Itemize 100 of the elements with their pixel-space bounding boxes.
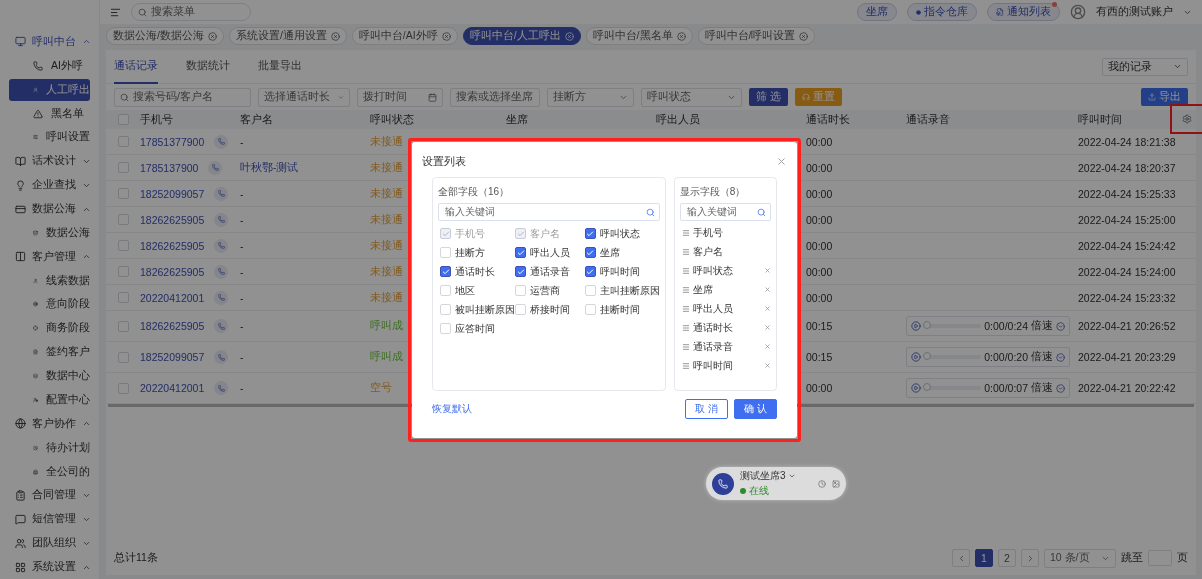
hangup-select[interactable]: 挂断方 [547, 87, 634, 107]
tab[interactable]: 批量导出 [258, 49, 302, 84]
page-tab[interactable]: 呼叫中台/人工呼出 [462, 27, 581, 45]
phone-icon[interactable] [214, 264, 229, 279]
playback-speed[interactable]: 倍速 [1031, 350, 1053, 364]
drag-handle-icon[interactable] [681, 285, 690, 294]
drag-handle-icon[interactable] [681, 266, 690, 275]
keyword-search-field[interactable]: 输入关键词 [438, 203, 660, 221]
filter-button[interactable]: 筛 选 [749, 88, 788, 106]
play-icon[interactable] [911, 321, 921, 331]
phone-number-link[interactable]: 18252099057 [140, 351, 205, 363]
remove-icon[interactable] [764, 324, 771, 331]
keyword-search-field[interactable]: 输入关键词 [679, 203, 771, 221]
sidebar-group[interactable]: 系统设置 [0, 555, 99, 579]
phone-icon[interactable] [208, 160, 223, 175]
sidebar-item[interactable]: 签约客户 [9, 341, 90, 364]
sidebar-item[interactable]: AI外呼 [9, 54, 90, 77]
sidebar-group[interactable]: 客户协作 [0, 411, 99, 436]
field-checkbox[interactable]: 通话时长 [440, 265, 495, 278]
sidebar-item[interactable]: 待办计划 [9, 436, 90, 459]
phone-number-link[interactable]: 18262625905 [140, 239, 205, 252]
remove-icon[interactable] [764, 362, 771, 369]
page-button[interactable]: 1 [975, 549, 993, 567]
date-field[interactable]: 拨打时间 [357, 87, 443, 107]
checkbox[interactable] [117, 214, 129, 225]
image-icon[interactable] [832, 479, 840, 488]
close-icon[interactable] [330, 31, 340, 41]
remove-icon[interactable] [764, 305, 771, 312]
drag-handle-icon[interactable] [681, 304, 690, 313]
field-checkbox[interactable]: 地区 [440, 284, 475, 297]
sidebar-group[interactable]: 合同管理 [0, 483, 99, 508]
phone-number-link[interactable]: 18262625905 [140, 265, 205, 278]
caret-icon[interactable] [787, 472, 796, 480]
close-icon[interactable] [799, 31, 809, 41]
page-tab[interactable]: 呼叫中台/黑名单 [585, 27, 693, 45]
field-checkbox[interactable]: 坐席 [584, 246, 620, 259]
page-tab[interactable]: 系统设置/通用设置 [228, 27, 347, 45]
search-field[interactable]: 搜索号码/客户名 [114, 87, 251, 107]
record-scope-select[interactable]: 我的记录 [1102, 57, 1188, 76]
audio-player[interactable]: 0:00/0:24 倍速 [906, 316, 1070, 336]
field-checkbox[interactable]: 主叫挂断原因 [584, 284, 660, 297]
previous-page-button[interactable] [952, 549, 970, 567]
slider-thumb[interactable] [923, 383, 931, 391]
phone-icon[interactable] [214, 186, 229, 201]
sidebar-item[interactable]: 呼叫设置 [9, 126, 90, 149]
page-tab[interactable]: 数据公海/数据公海 [106, 27, 224, 45]
sidebar-item[interactable]: 数据公海 [9, 221, 90, 244]
remove-icon[interactable] [764, 267, 771, 274]
checkbox[interactable] [117, 292, 129, 303]
sidebar-item[interactable]: 配置中心 [9, 389, 90, 411]
download-icon[interactable] [1056, 352, 1065, 362]
sidebar-item[interactable]: 线索数据 [9, 269, 90, 292]
account-name[interactable]: 有西的测试账户 [1096, 5, 1173, 19]
phone-icon[interactable] [214, 134, 229, 149]
tab[interactable]: 数据统计 [186, 49, 230, 84]
phone-number-link[interactable]: 18262625905 [140, 213, 205, 226]
phone-icon[interactable] [214, 381, 229, 395]
next-page-button[interactable] [1021, 549, 1039, 567]
phone-icon[interactable] [214, 290, 229, 305]
drag-handle-icon[interactable] [681, 342, 690, 351]
phone-number-link[interactable]: 20220412001 [140, 291, 205, 304]
sidebar-group[interactable]: 企业查找 [0, 173, 99, 198]
call-button[interactable] [712, 472, 734, 495]
status-select[interactable]: 呼叫状态 [641, 87, 742, 107]
customer-name[interactable]: 叶秋鄂-测试 [240, 160, 299, 175]
slider-thumb[interactable] [923, 352, 931, 360]
play-icon[interactable] [911, 352, 921, 362]
checkbox[interactable] [117, 351, 129, 363]
audio-player[interactable]: 0:00/0:07 倍速 [906, 378, 1070, 398]
audio-player[interactable]: 0:00/0:20 倍速 [906, 347, 1070, 367]
phone-icon[interactable] [214, 212, 229, 227]
sidebar-group[interactable]: 短信管理 [0, 507, 99, 532]
checkbox[interactable] [117, 114, 129, 125]
drag-handle-icon[interactable] [681, 323, 690, 332]
drag-handle-icon[interactable] [681, 228, 690, 237]
sidebar-item[interactable]: 全公司的 [9, 460, 90, 483]
checkbox[interactable] [117, 240, 129, 251]
play-icon[interactable] [911, 383, 921, 393]
phone-number-link[interactable]: 17851377900 [140, 135, 205, 148]
field-checkbox[interactable]: 应答时间 [440, 322, 495, 335]
drag-handle-icon[interactable] [681, 247, 690, 256]
seat-select[interactable]: 搜索或选择坐席 [450, 87, 540, 107]
close-icon[interactable] [441, 31, 451, 41]
sidebar-item[interactable]: 意向阶段 [9, 293, 90, 316]
checkbox[interactable] [117, 136, 129, 147]
reset-default-link[interactable]: 恢复默认 [432, 402, 472, 416]
close-icon[interactable] [676, 31, 686, 41]
sidebar-item[interactable]: 人工呼出 [9, 78, 90, 101]
checkbox[interactable] [117, 320, 129, 332]
close-icon[interactable] [207, 31, 217, 41]
checkbox[interactable] [117, 382, 129, 394]
cancel-button[interactable]: 取 消 [685, 399, 729, 419]
page-tab[interactable]: 呼叫中台/AI外呼 [351, 27, 458, 45]
avatar-icon[interactable] [1070, 4, 1086, 20]
checkbox[interactable] [117, 188, 129, 199]
phone-icon[interactable] [214, 350, 229, 364]
playback-speed[interactable]: 倍速 [1031, 381, 1053, 395]
phone-number-link[interactable]: 18262625905 [140, 320, 205, 332]
phone-number-link[interactable]: 1785137900 [140, 161, 199, 174]
sidebar-item[interactable]: 数据中心 [9, 365, 90, 388]
